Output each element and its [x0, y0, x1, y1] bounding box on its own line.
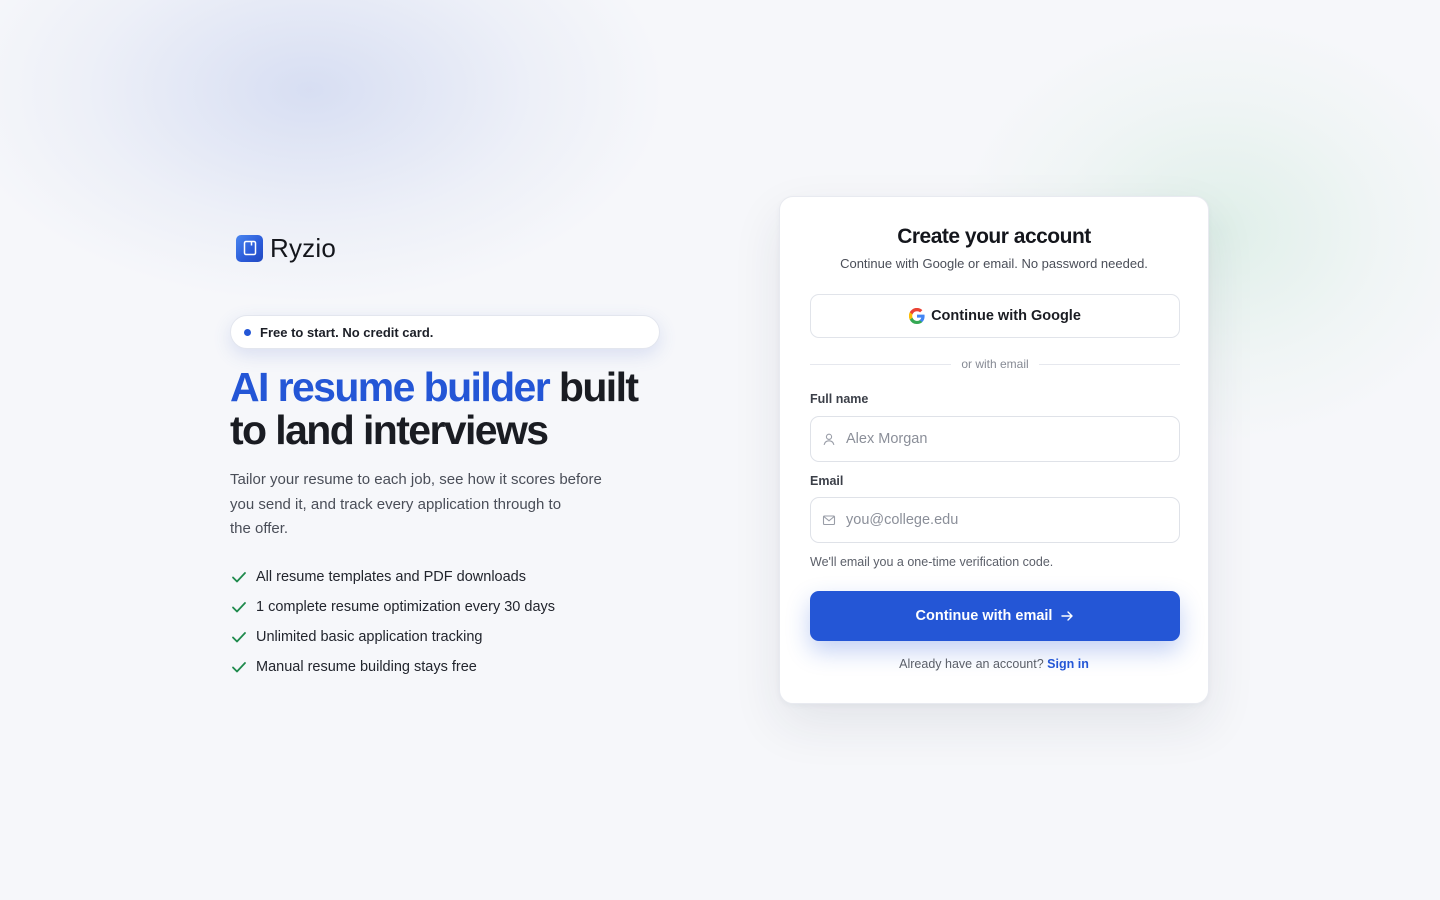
- description-line: you send it, and track every application…: [230, 495, 562, 513]
- or-divider: or with email: [810, 355, 1181, 373]
- divider-line: [1038, 363, 1181, 365]
- headline-rest: built: [549, 364, 639, 410]
- card-subtitle: Continue with Google or email. No passwo…: [840, 256, 1148, 271]
- feature-item: All resume templates and PDF downloads: [230, 562, 670, 592]
- user-icon: [823, 433, 835, 446]
- sign-in-link[interactable]: Sign in: [1047, 657, 1089, 671]
- hero-description: Tailor your resume to each job, see how …: [230, 468, 630, 542]
- badge-dot-icon: [244, 328, 251, 336]
- feature-item: 1 complete resume optimization every 30 …: [230, 592, 670, 622]
- document-icon: [236, 234, 263, 262]
- feature-list: All resume templates and PDF downloads 1…: [230, 562, 670, 682]
- continue-with-email-button[interactable]: Continue with email: [810, 591, 1180, 641]
- feature-text: Unlimited basic application tracking: [256, 628, 483, 645]
- free-badge: Free to start. No credit card.: [230, 315, 660, 349]
- feature-text: 1 complete resume optimization every 30 …: [256, 598, 556, 615]
- card-title: Create your account: [897, 225, 1091, 248]
- check-icon: [232, 601, 246, 612]
- check-icon: [232, 661, 246, 672]
- feature-text: Manual resume building stays free: [256, 658, 477, 675]
- mail-icon: [822, 515, 836, 526]
- description-line: the offer.: [230, 520, 289, 537]
- email-field[interactable]: [810, 497, 1180, 543]
- check-icon: [232, 631, 246, 642]
- page-headline: AI resume builder built to land interview…: [230, 366, 670, 452]
- headline-accent: AI resume builder: [230, 364, 551, 410]
- google-icon: [909, 308, 925, 324]
- badge-text: Free to start. No credit card.: [260, 324, 434, 340]
- full-name-input[interactable]: [846, 431, 1179, 447]
- signin-prompt: Already have an account? Sign in: [780, 657, 1208, 671]
- divider-line: [810, 363, 952, 365]
- verification-hint: We'll email you a one-time verification …: [810, 555, 1054, 569]
- hero-section: Ryzio Free to start. No credit card. AI …: [230, 230, 670, 682]
- email-input[interactable]: [846, 512, 1179, 528]
- description-line: Tailor your resume to each job, see how …: [230, 471, 602, 488]
- check-icon: [232, 571, 246, 582]
- signup-card: Create your account Continue with Google…: [779, 196, 1209, 704]
- google-button-label: Continue with Google: [931, 308, 1081, 324]
- feature-text: All resume templates and PDF downloads: [256, 568, 526, 585]
- feature-item: Manual resume building stays free: [230, 652, 670, 682]
- feature-item: Unlimited basic application tracking: [230, 622, 670, 652]
- email-label: Email: [810, 474, 844, 488]
- full-name-label: Full name: [810, 392, 869, 406]
- continue-button-label: Continue with email: [915, 608, 1053, 624]
- divider-text: or with email: [961, 357, 1029, 371]
- brand-name: Ryzio: [270, 232, 337, 263]
- arrow-right-icon: [1061, 611, 1074, 621]
- headline-line2: to land interviews: [230, 407, 549, 453]
- brand[interactable]: Ryzio: [236, 230, 670, 266]
- google-signin-button[interactable]: Continue with Google: [810, 294, 1180, 338]
- full-name-field[interactable]: [810, 416, 1180, 462]
- signin-prompt-text: Already have an account?: [899, 657, 1044, 671]
